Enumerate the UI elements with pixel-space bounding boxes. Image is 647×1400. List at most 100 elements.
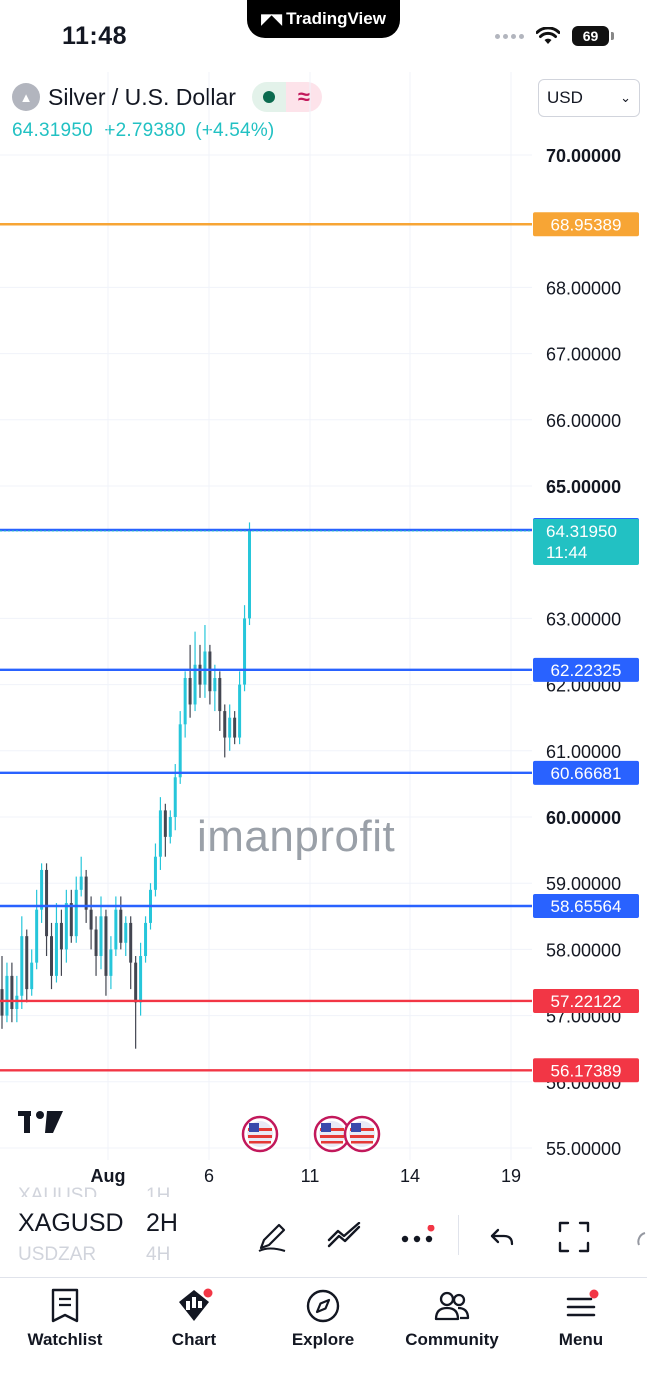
candle-body [198, 664, 202, 685]
menu-icon [561, 1286, 601, 1326]
candle-body [109, 949, 113, 976]
price-axis-label: 68.00000 [546, 278, 621, 298]
candle-body [188, 677, 192, 705]
price-axis-label: 59.00000 [546, 874, 621, 894]
current-price-label: 64.31950 [546, 522, 617, 541]
candle-body [69, 903, 73, 937]
watchlist-icon [45, 1286, 85, 1326]
level-price-label: 68.95389 [551, 215, 622, 234]
us-flag-icon[interactable] [241, 1115, 279, 1153]
timeframe-current[interactable]: 2H [146, 1201, 206, 1245]
price-axis-label: 55.00000 [546, 1139, 621, 1159]
us-flag-icon[interactable] [343, 1115, 381, 1153]
nav-label: Chart [171, 1330, 217, 1349]
nav-label: Community [405, 1330, 499, 1349]
bottom-navigation: Watchlist Chart Explore Community Menu [0, 1277, 647, 1400]
time-axis-label: 14 [400, 1166, 420, 1186]
compass-icon [303, 1286, 343, 1326]
candle-body [10, 975, 14, 1009]
candle-body [163, 810, 167, 837]
price-axis-label: 60.00000 [546, 808, 621, 828]
price-axis-label: 65.00000 [546, 477, 621, 497]
candle-body [54, 922, 58, 976]
time-axis-label: 19 [501, 1166, 521, 1186]
countdown-label: 11:44 [546, 543, 587, 562]
community-icon [432, 1286, 472, 1326]
price-axis-label: 70.00000 [546, 146, 621, 166]
price-chart[interactable]: 70.00000 68.00000 67.00000 66.00000 65.00000… [0, 0, 647, 1195]
level-price-label: 58.65564 [551, 897, 622, 916]
candle-body [243, 618, 247, 685]
candle-body [144, 922, 148, 957]
nav-menu[interactable]: Menu [521, 1286, 641, 1350]
undo-icon[interactable] [480, 1215, 524, 1259]
candle-body [168, 817, 172, 837]
candle-body [153, 856, 157, 890]
candle-body [99, 916, 103, 957]
candle-body [119, 909, 123, 943]
candle-body [40, 869, 44, 910]
candle-body [20, 936, 24, 996]
candle-body [223, 711, 227, 738]
timeframe-picker[interactable]: 1H 2H 4H [146, 1185, 206, 1263]
level-price-label: 56.17389 [551, 1061, 622, 1080]
symbol-current[interactable]: XAGUSD [18, 1201, 128, 1245]
nav-label: Explore [291, 1330, 355, 1349]
candle-body [173, 777, 177, 817]
candle-body [228, 717, 232, 738]
price-axis-label: 61.00000 [546, 742, 621, 762]
symbol-picker[interactable]: XAUUSD XAGUSD USDZAR [18, 1185, 128, 1263]
candle-body [233, 717, 237, 738]
nav-label: Menu [558, 1330, 604, 1349]
symbol-prev[interactable]: XAUUSD [18, 1181, 128, 1197]
partial-toolbar-icon[interactable] [625, 1215, 647, 1259]
chart-toolbar: XAUUSD XAGUSD USDZAR 1H 2H 4H [0, 1185, 647, 1277]
candle-body [104, 916, 108, 976]
candle-body [64, 903, 68, 950]
candle-body [129, 922, 133, 963]
candle-body [114, 909, 118, 950]
nav-label: Watchlist [27, 1330, 103, 1349]
pen-drawing-icon[interactable] [250, 1215, 294, 1259]
nav-explore[interactable]: Explore [263, 1286, 383, 1350]
fullscreen-icon[interactable] [552, 1215, 596, 1259]
candle-body [158, 810, 162, 857]
tradingview-logo-icon [18, 1111, 63, 1133]
candle-body [5, 975, 9, 1016]
candle-body [25, 936, 29, 990]
candle-body [79, 876, 83, 890]
level-price-label: 57.22122 [551, 992, 622, 1011]
candle-body [248, 530, 251, 619]
watermark: imanprofit [197, 812, 396, 861]
candle-body [84, 876, 88, 910]
candle-body [94, 929, 98, 957]
candle-body [30, 962, 34, 990]
candle-body [218, 677, 222, 712]
candle-body [74, 889, 78, 937]
candle-body [203, 651, 207, 685]
candle-body [59, 922, 63, 950]
candle-body [0, 989, 4, 1016]
nav-chart[interactable]: Chart [134, 1286, 254, 1350]
level-price-label: 62.22325 [551, 661, 622, 680]
price-axis-label: 67.00000 [546, 345, 621, 365]
candle-body [15, 995, 19, 1009]
toolbar-divider [458, 1215, 459, 1255]
candle-body [178, 724, 182, 778]
candle-body [124, 922, 128, 943]
candle-body [139, 956, 143, 1003]
timeframe-next[interactable]: 4H [146, 1245, 206, 1263]
timeframe-prev[interactable]: 1H [146, 1181, 206, 1197]
more-options-icon[interactable] [395, 1215, 439, 1259]
candle-body [183, 677, 187, 725]
candle-body [45, 869, 49, 937]
symbol-next[interactable]: USDZAR [18, 1245, 128, 1263]
candle-body [89, 909, 93, 930]
candle-body [213, 677, 217, 692]
trendline-tools-icon[interactable] [322, 1215, 366, 1259]
nav-watchlist[interactable]: Watchlist [5, 1286, 125, 1350]
level-price-label: 60.66681 [551, 764, 622, 783]
price-axis-label: 58.00000 [546, 940, 621, 960]
candle-body [238, 684, 242, 738]
nav-community[interactable]: Community [392, 1286, 512, 1350]
